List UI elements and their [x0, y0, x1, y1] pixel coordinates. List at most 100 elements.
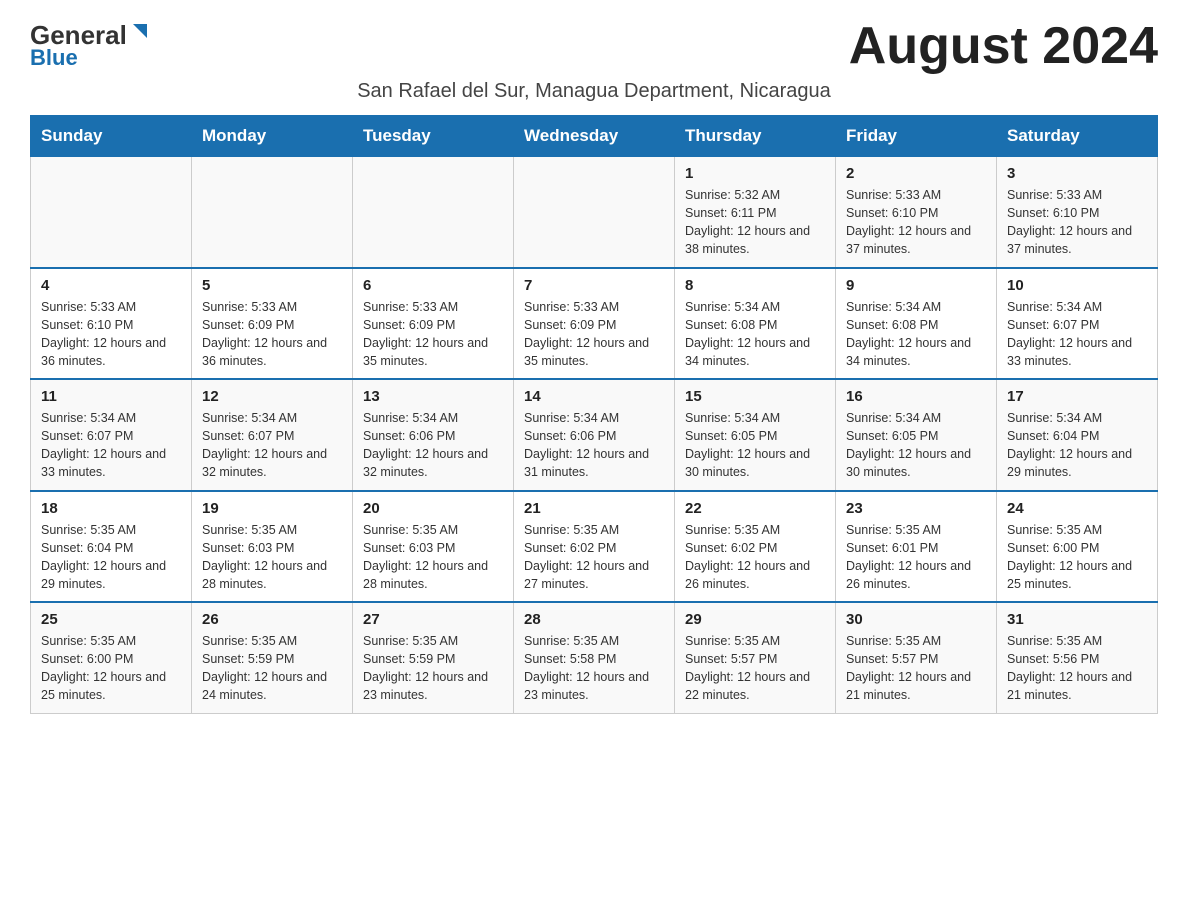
day-number: 9 [846, 277, 986, 294]
calendar-table: SundayMondayTuesdayWednesdayThursdayFrid… [30, 115, 1158, 714]
day-info: Sunrise: 5:35 AMSunset: 6:02 PMDaylight:… [685, 521, 825, 594]
day-info: Sunrise: 5:35 AMSunset: 6:01 PMDaylight:… [846, 521, 986, 594]
day-info: Sunrise: 5:35 AMSunset: 5:58 PMDaylight:… [524, 632, 664, 705]
logo-triangle-icon [129, 20, 151, 42]
calendar-cell: 16Sunrise: 5:34 AMSunset: 6:05 PMDayligh… [836, 379, 997, 491]
day-info: Sunrise: 5:34 AMSunset: 6:07 PMDaylight:… [202, 409, 342, 482]
weekday-header-saturday: Saturday [997, 116, 1158, 157]
weekday-header-thursday: Thursday [675, 116, 836, 157]
calendar-week-row: 18 Sunrise: 5:35 AMSunset: 6:04 PMDayligh… [31, 491, 1158, 603]
day-number: 6 [363, 277, 503, 294]
calendar-cell: 1 Sunrise: 5:32 AMSunset: 6:11 PMDaylight… [675, 157, 836, 268]
location-text: San Rafael del Sur, Managua Department, … [30, 80, 1158, 103]
calendar-week-row: 11 Sunrise: 5:34 AMSunset: 6:07 PMDayligh… [31, 379, 1158, 491]
calendar-cell: 7Sunrise: 5:33 AMSunset: 6:09 PMDaylight… [514, 268, 675, 380]
calendar-cell: 29Sunrise: 5:35 AMSunset: 5:57 PMDayligh… [675, 602, 836, 713]
calendar-cell: 2 Sunrise: 5:33 AMSunset: 6:10 PMDaylight… [836, 157, 997, 268]
day-number: 28 [524, 611, 664, 628]
day-info: Sunrise: 5:35 AMSunset: 6:02 PMDaylight:… [524, 521, 664, 594]
logo: General Blue [30, 20, 151, 71]
day-info: Sunrise: 5:35 AMSunset: 6:03 PMDaylight:… [363, 521, 503, 594]
day-number: 30 [846, 611, 986, 628]
day-number: 20 [363, 500, 503, 517]
day-number: 11 [41, 388, 181, 405]
title-block: August 2024 [849, 20, 1158, 72]
day-number: 15 [685, 388, 825, 405]
logo-blue: Blue [30, 45, 78, 71]
day-number: 26 [202, 611, 342, 628]
calendar-cell: 6 Sunrise: 5:33 AMSunset: 6:09 PMDaylight… [353, 268, 514, 380]
day-number: 8 [685, 277, 825, 294]
calendar-cell: 18 Sunrise: 5:35 AMSunset: 6:04 PMDayligh… [31, 491, 192, 603]
weekday-header-wednesday: Wednesday [514, 116, 675, 157]
day-number: 19 [202, 500, 342, 517]
day-info: Sunrise: 5:35 AMSunset: 5:59 PMDaylight:… [363, 632, 503, 705]
day-number: 12 [202, 388, 342, 405]
day-number: 2 [846, 165, 986, 182]
day-info: Sunrise: 5:34 AMSunset: 6:07 PMDaylight:… [41, 409, 181, 482]
calendar-cell: 15 Sunrise: 5:34 AMSunset: 6:05 PMDayligh… [675, 379, 836, 491]
day-number: 18 [41, 500, 181, 517]
calendar-cell: 28 Sunrise: 5:35 AMSunset: 5:58 PMDayligh… [514, 602, 675, 713]
day-number: 13 [363, 388, 503, 405]
day-info: Sunrise: 5:35 AMSunset: 5:57 PMDaylight:… [685, 632, 825, 705]
day-number: 4 [41, 277, 181, 294]
calendar-cell: 5 Sunrise: 5:33 AMSunset: 6:09 PMDaylight… [192, 268, 353, 380]
header: General Blue August 2024 [30, 20, 1158, 72]
calendar-cell: 4 Sunrise: 5:33 AMSunset: 6:10 PMDaylight… [31, 268, 192, 380]
weekday-header-sunday: Sunday [31, 116, 192, 157]
day-info: Sunrise: 5:35 AMSunset: 5:59 PMDaylight:… [202, 632, 342, 705]
calendar-cell: 3Sunrise: 5:33 AMSunset: 6:10 PMDaylight… [997, 157, 1158, 268]
day-info: Sunrise: 5:33 AMSunset: 6:09 PMDaylight:… [363, 298, 503, 371]
day-number: 31 [1007, 611, 1147, 628]
day-info: Sunrise: 5:33 AMSunset: 6:10 PMDaylight:… [846, 186, 986, 259]
calendar-cell [514, 157, 675, 268]
logo-general: General [30, 22, 127, 48]
day-info: Sunrise: 5:34 AMSunset: 6:04 PMDaylight:… [1007, 409, 1147, 482]
day-info: Sunrise: 5:35 AMSunset: 6:00 PMDaylight:… [41, 632, 181, 705]
day-number: 23 [846, 500, 986, 517]
calendar-cell: 10 Sunrise: 5:34 AMSunset: 6:07 PMDayligh… [997, 268, 1158, 380]
calendar-cell: 9 Sunrise: 5:34 AMSunset: 6:08 PMDaylight… [836, 268, 997, 380]
calendar-cell: 13 Sunrise: 5:34 AMSunset: 6:06 PMDayligh… [353, 379, 514, 491]
day-number: 27 [363, 611, 503, 628]
calendar-cell: 21 Sunrise: 5:35 AMSunset: 6:02 PMDayligh… [514, 491, 675, 603]
calendar-cell: 27 Sunrise: 5:35 AMSunset: 5:59 PMDayligh… [353, 602, 514, 713]
day-info: Sunrise: 5:34 AMSunset: 6:06 PMDaylight:… [524, 409, 664, 482]
calendar-cell [192, 157, 353, 268]
day-number: 17 [1007, 388, 1147, 405]
day-info: Sunrise: 5:35 AMSunset: 6:04 PMDaylight:… [41, 521, 181, 594]
day-info: Sunrise: 5:35 AMSunset: 6:00 PMDaylight:… [1007, 521, 1147, 594]
day-info: Sunrise: 5:35 AMSunset: 6:03 PMDaylight:… [202, 521, 342, 594]
calendar-cell: 8 Sunrise: 5:34 AMSunset: 6:08 PMDaylight… [675, 268, 836, 380]
calendar-cell [353, 157, 514, 268]
day-number: 14 [524, 388, 664, 405]
day-info: Sunrise: 5:35 AMSunset: 5:57 PMDaylight:… [846, 632, 986, 705]
calendar-cell: 25Sunrise: 5:35 AMSunset: 6:00 PMDayligh… [31, 602, 192, 713]
day-number: 5 [202, 277, 342, 294]
calendar-week-row: 1 Sunrise: 5:32 AMSunset: 6:11 PMDaylight… [31, 157, 1158, 268]
calendar-cell: 11 Sunrise: 5:34 AMSunset: 6:07 PMDayligh… [31, 379, 192, 491]
day-number: 10 [1007, 277, 1147, 294]
day-info: Sunrise: 5:34 AMSunset: 6:05 PMDaylight:… [685, 409, 825, 482]
month-year-title: August 2024 [849, 20, 1158, 72]
day-number: 21 [524, 500, 664, 517]
day-info: Sunrise: 5:34 AMSunset: 6:05 PMDaylight:… [846, 409, 986, 482]
day-info: Sunrise: 5:35 AMSunset: 5:56 PMDaylight:… [1007, 632, 1147, 705]
calendar-cell: 23 Sunrise: 5:35 AMSunset: 6:01 PMDayligh… [836, 491, 997, 603]
day-info: Sunrise: 5:33 AMSunset: 6:09 PMDaylight:… [202, 298, 342, 371]
day-number: 1 [685, 165, 825, 182]
calendar-cell [31, 157, 192, 268]
calendar-cell: 20 Sunrise: 5:35 AMSunset: 6:03 PMDayligh… [353, 491, 514, 603]
weekday-header-monday: Monday [192, 116, 353, 157]
day-info: Sunrise: 5:33 AMSunset: 6:10 PMDaylight:… [1007, 186, 1147, 259]
calendar-cell: 22Sunrise: 5:35 AMSunset: 6:02 PMDayligh… [675, 491, 836, 603]
day-info: Sunrise: 5:34 AMSunset: 6:08 PMDaylight:… [846, 298, 986, 371]
day-info: Sunrise: 5:33 AMSunset: 6:10 PMDaylight:… [41, 298, 181, 371]
calendar-cell: 14 Sunrise: 5:34 AMSunset: 6:06 PMDayligh… [514, 379, 675, 491]
day-info: Sunrise: 5:34 AMSunset: 6:08 PMDaylight:… [685, 298, 825, 371]
day-info: Sunrise: 5:34 AMSunset: 6:07 PMDaylight:… [1007, 298, 1147, 371]
day-number: 24 [1007, 500, 1147, 517]
day-info: Sunrise: 5:34 AMSunset: 6:06 PMDaylight:… [363, 409, 503, 482]
day-info: Sunrise: 5:32 AMSunset: 6:11 PMDaylight:… [685, 186, 825, 259]
